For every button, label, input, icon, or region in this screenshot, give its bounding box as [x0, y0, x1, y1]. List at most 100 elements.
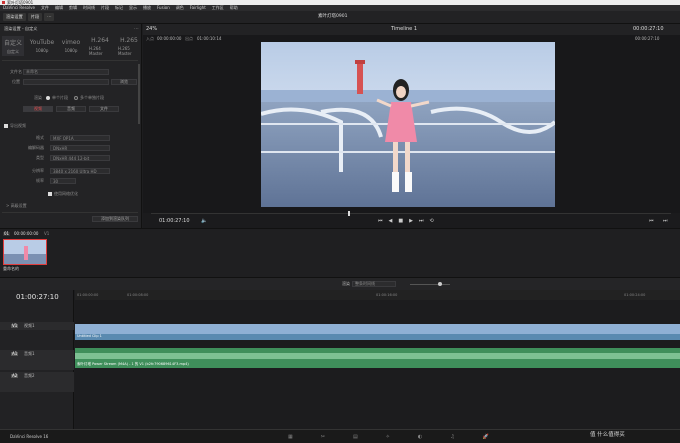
menu-item[interactable]: 调色: [176, 6, 184, 10]
menu-item[interactable]: 显示: [129, 6, 137, 10]
window-title: 索叶灯塔0901: [7, 0, 34, 5]
tab-video[interactable]: 视频: [23, 106, 53, 112]
cut-page-icon[interactable]: ✂: [321, 434, 325, 440]
menu-item[interactable]: 播放: [143, 6, 151, 10]
type-label: 类型: [36, 155, 44, 160]
add-to-queue-button[interactable]: 添加到渲染队列: [92, 216, 138, 222]
clip-thumbnail[interactable]: [3, 239, 47, 265]
prev-frame-icon[interactable]: ⏮: [649, 219, 654, 224]
menu-item[interactable]: 文件: [41, 6, 49, 10]
track-header-a1[interactable]: A1 音频1: [0, 350, 74, 370]
render-range-select[interactable]: 整条时间线: [352, 281, 396, 287]
play-icon[interactable]: ▶: [409, 218, 413, 224]
menu-item[interactable]: 标记: [115, 6, 123, 10]
panel-scrollbar[interactable]: [138, 64, 140, 124]
media-page-icon[interactable]: ▦: [288, 434, 293, 440]
clip-name: 重命名的: [3, 266, 19, 271]
timeline-toolbar: 渲染 整条时间线: [0, 277, 680, 290]
resolution-select[interactable]: 3840 x 2160 Ultra HD: [50, 168, 110, 174]
type-select[interactable]: DNxHR 444 12-bit: [50, 155, 110, 161]
multi-clip-label: 多个单独片段: [80, 95, 104, 100]
next-frame-icon[interactable]: ⏭: [663, 219, 668, 224]
clip-timecode: 00:00:00:00: [14, 231, 39, 236]
app-icon: [2, 1, 5, 4]
scrub-bar[interactable]: [151, 213, 671, 214]
format-select[interactable]: MXF OP1A: [50, 135, 110, 141]
location-input[interactable]: [23, 79, 109, 85]
preset-vimeo[interactable]: vimeo 1080p: [60, 36, 82, 56]
preset-custom[interactable]: 自定义 自定义: [2, 36, 24, 56]
viewer-tc-in: 01:00:10:14: [197, 36, 222, 41]
video-clip[interactable]: Untitled Clip 1: [75, 324, 680, 340]
render-settings-button[interactable]: 渲染设置: [3, 13, 26, 21]
edit-page-icon[interactable]: ▤: [353, 434, 358, 440]
clips-button[interactable]: 片段: [27, 13, 43, 21]
fps-select[interactable]: 30: [50, 178, 76, 184]
fairlight-page-icon[interactable]: ♫: [450, 434, 454, 440]
menu-item[interactable]: 时间线: [83, 6, 95, 10]
filename-label: 文件名: [10, 69, 22, 74]
preset-row: 自定义 自定义 YouTube 1080p vimeo 1080p H.264 H.26…: [2, 36, 140, 56]
menu-item[interactable]: 工作区: [212, 6, 224, 10]
menu-item[interactable]: 片段: [101, 6, 109, 10]
export-video-checkbox[interactable]: [4, 124, 8, 128]
menu-item[interactable]: 编辑: [55, 6, 63, 10]
menu-item[interactable]: 帮助: [230, 6, 238, 10]
transport-controls: ⏮ ◀ ■ ▶ ⏭ ⟲: [378, 218, 434, 224]
timeline-ruler[interactable]: 01:00:00:00 01:00:08:00 01:00:16:00 01:0…: [75, 290, 680, 300]
export-video-row: 导出视频: [4, 124, 26, 128]
viewer-tc-left: 00:00:00:00: [157, 36, 182, 41]
more-button[interactable]: ⋯: [44, 13, 55, 21]
menu-item[interactable]: Fusion: [157, 6, 170, 10]
zoom-select[interactable]: 24%: [146, 27, 157, 32]
filename-input[interactable]: 未命名: [23, 69, 109, 75]
track-header-a2[interactable]: A2 音频2: [0, 372, 74, 392]
browse-button[interactable]: 浏览: [111, 79, 137, 85]
preset-h264[interactable]: H.264 H.264 Master: [89, 36, 111, 56]
timeline-timecode: 01:00:27:10: [16, 293, 59, 301]
tab-file[interactable]: 文件: [89, 106, 119, 112]
audio-icon[interactable]: 🔈: [201, 219, 207, 224]
track-header-v1[interactable]: V1 视频1: [0, 322, 74, 330]
go-to-end-icon[interactable]: ⏭: [419, 218, 424, 224]
more-icon[interactable]: ⋯: [134, 27, 139, 32]
loop-icon[interactable]: ⟲: [429, 218, 433, 224]
multi-clip-radio[interactable]: [74, 96, 78, 100]
codec-label: 编解码器: [28, 145, 44, 150]
color-page-icon[interactable]: ◐: [418, 434, 422, 440]
preset-h265[interactable]: H.265 H.265 Master: [118, 36, 140, 56]
timeline-area: 01:00:00:00 01:00:08:00 01:00:16:00 01:0…: [75, 290, 680, 429]
advanced-settings-toggle[interactable]: > 高级设置: [6, 204, 27, 208]
clip-track: V1: [44, 231, 50, 236]
location-label: 位置: [12, 79, 20, 84]
menu-item[interactable]: 剪辑: [69, 6, 77, 10]
viewer-in-label: 入点: [146, 36, 154, 41]
go-to-start-icon[interactable]: ⏮: [378, 218, 383, 224]
preset-youtube[interactable]: YouTube 1080p: [30, 36, 54, 56]
fps-label: 帧率: [36, 178, 44, 183]
network-opt-row: 使用网络优化: [48, 192, 78, 196]
scrub-playhead[interactable]: [348, 211, 350, 216]
zoom-slider-handle[interactable]: [438, 282, 442, 286]
zoom-slider[interactable]: [410, 284, 450, 285]
menu-item[interactable]: DaVinci Resolve: [3, 6, 35, 10]
codec-select[interactable]: DNxHR: [50, 145, 110, 151]
stop-icon[interactable]: ■: [398, 218, 403, 224]
deliver-page-icon[interactable]: 🚀: [483, 434, 489, 440]
fusion-page-icon[interactable]: ✧: [386, 434, 390, 440]
page-tabs: ▦ ✂ ▤ ✧ ◐ ♫ 🚀: [288, 434, 489, 440]
resolution-label: 分辨率: [32, 168, 44, 173]
video-frame: [261, 42, 555, 207]
timeline-name[interactable]: Timeline 1: [391, 27, 417, 32]
audio-clip[interactable]: 索叶灯塔 Power Stream (M4A) - 1 的 V1 (b2fc79…: [75, 348, 680, 368]
menu-item[interactable]: Fairlight: [190, 6, 206, 10]
viewer-timecode-top: 00:00:27:10: [633, 26, 664, 32]
panel-header: 渲染设置 - 自定义: [4, 26, 38, 31]
clip-index: 01: [3, 231, 11, 236]
render-label: 渲染: [342, 281, 350, 286]
single-clip-label: 单个片段: [52, 95, 68, 100]
tab-audio[interactable]: 音频: [56, 106, 86, 112]
single-clip-radio[interactable]: [46, 96, 50, 100]
network-opt-checkbox[interactable]: [48, 192, 52, 196]
play-reverse-icon[interactable]: ◀: [389, 218, 393, 224]
